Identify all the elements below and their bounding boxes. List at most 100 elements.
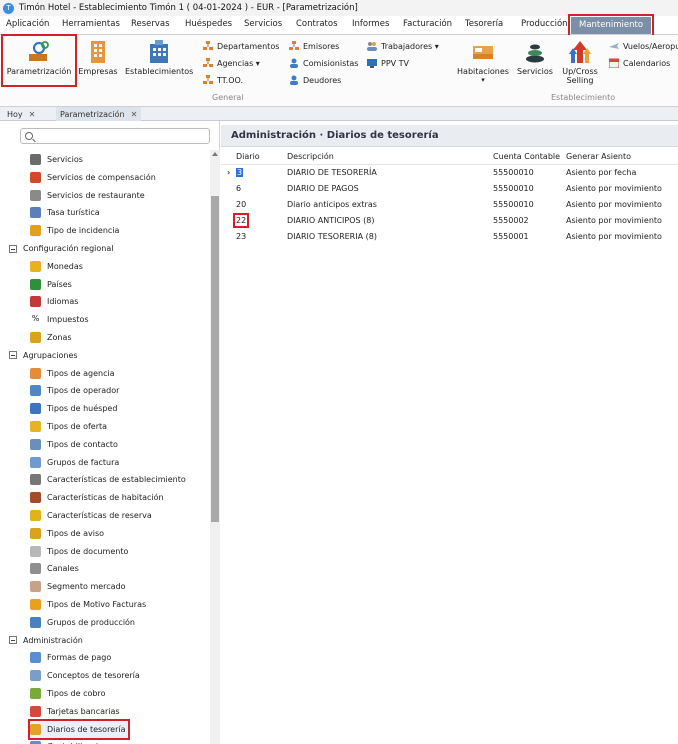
tree-item[interactable]: Tipos de aviso bbox=[30, 525, 104, 542]
table-row[interactable]: 6 DIARIO DE PAGOS 55500010 Asiento por movi… bbox=[221, 181, 678, 197]
trabajadores-button[interactable]: Trabajadores ▾ bbox=[367, 41, 439, 51]
collapse-toggle-icon[interactable] bbox=[9, 636, 17, 645]
menu-mantenimiento[interactable]: Mantenimiento bbox=[567, 14, 655, 37]
menu-informes[interactable]: Informes bbox=[352, 19, 389, 29]
establecimientos-button[interactable]: Establecimientos bbox=[125, 40, 193, 85]
tree-item[interactable]: Tipos de cobro bbox=[30, 685, 105, 702]
tree-item[interactable]: Tipos de documento bbox=[30, 543, 128, 560]
tree-item[interactable]: Monedas bbox=[30, 258, 83, 275]
table-row[interactable]: 20 Diario anticipos extras 55500010 Asiento… bbox=[221, 197, 678, 213]
tree-item[interactable]: Grupos de factura bbox=[30, 454, 119, 471]
cell-generar[interactable]: Asiento por movimiento bbox=[566, 232, 662, 241]
cell-generar[interactable]: Asiento por movimiento bbox=[566, 216, 662, 225]
cell-cuenta[interactable]: 5550002 bbox=[493, 216, 529, 225]
cell-cuenta[interactable]: 55500010 bbox=[493, 200, 534, 209]
tree-item[interactable]: Tarjetas bancarias bbox=[30, 703, 120, 720]
menu-produccion[interactable]: Producción bbox=[521, 19, 568, 29]
sidebar-search[interactable] bbox=[20, 128, 210, 144]
cell-diario[interactable]: 20 bbox=[236, 200, 246, 209]
tree-item[interactable]: Grupos de producción bbox=[30, 614, 135, 631]
tree-item[interactable]: Servicios de compensación bbox=[30, 169, 156, 186]
column-header-descripcion[interactable]: Descripción bbox=[287, 152, 334, 161]
cell-descripcion[interactable]: Diario anticipos extras bbox=[287, 200, 377, 209]
tree-item[interactable]: Segmento mercado bbox=[30, 578, 126, 595]
menu-tesoreria[interactable]: Tesorería bbox=[465, 19, 503, 29]
tree-item[interactable]: Países bbox=[30, 276, 72, 293]
cell-diario[interactable]: 3 bbox=[236, 168, 244, 177]
table-row[interactable]: › 3 DIARIO DE TESORERÍA 55500010 Asiento por… bbox=[221, 165, 678, 181]
menu-herramientas[interactable]: Herramientas bbox=[62, 19, 120, 29]
table-row[interactable]: 23 DIARIO TESORERIA (8) 5550001 Asiento por… bbox=[221, 229, 678, 245]
departamentos-button[interactable]: Departamentos bbox=[203, 41, 279, 51]
cell-descripcion[interactable]: DIARIO TESORERIA (8) bbox=[287, 232, 377, 241]
tree-group[interactable]: Agrupaciones bbox=[9, 347, 78, 364]
collapse-toggle-icon[interactable] bbox=[9, 244, 17, 253]
collapse-toggle-icon[interactable] bbox=[9, 351, 17, 360]
tree-item[interactable]: Tipos de oferta bbox=[30, 418, 107, 435]
menu-reservas[interactable]: Reservas bbox=[131, 19, 170, 29]
tree-item[interactable]: Servicios bbox=[30, 151, 83, 168]
comisionistas-button[interactable]: Comisionistas bbox=[289, 58, 358, 68]
ttoo-button[interactable]: TT.OO. bbox=[203, 75, 243, 85]
tree-item[interactable]: Servicios de restaurante bbox=[30, 187, 145, 204]
scroll-up-arrow-icon[interactable] bbox=[212, 152, 218, 156]
scrollbar-thumb[interactable] bbox=[211, 196, 219, 522]
parametrizacion-button[interactable]: Parametrización bbox=[1, 34, 77, 87]
tree-item[interactable]: Tipos de Motivo Facturas bbox=[30, 596, 146, 613]
table-row[interactable]: 22 DIARIO ANTICIPOS (8) 5550002 Asiento por… bbox=[221, 213, 678, 229]
cell-generar[interactable]: Asiento por movimiento bbox=[566, 200, 662, 209]
servicios-ribbon-button[interactable]: Servicios bbox=[515, 40, 555, 85]
menu-facturacion[interactable]: Facturación bbox=[403, 19, 452, 29]
menu-huespedes[interactable]: Huéspedes bbox=[185, 19, 232, 29]
cell-diario[interactable]: 6 bbox=[236, 184, 241, 193]
cell-descripcion[interactable]: DIARIO DE PAGOS bbox=[287, 184, 359, 193]
vuelos-aeropuertos-button[interactable]: Vuelos/Aeropu bbox=[609, 41, 678, 51]
tree-item[interactable]: Zonas bbox=[30, 329, 72, 346]
tree-item[interactable]: Tipo de incidencia bbox=[30, 222, 119, 239]
column-header-generar[interactable]: Generar Asiento bbox=[566, 152, 631, 161]
tree-item[interactable]: Contabilizaciones bbox=[30, 738, 117, 744]
empresas-button[interactable]: Empresas bbox=[78, 40, 118, 85]
cell-generar[interactable]: Asiento por movimiento bbox=[566, 184, 662, 193]
search-input[interactable] bbox=[35, 130, 205, 142]
cell-generar[interactable]: Asiento por fecha bbox=[566, 168, 636, 177]
tree-item[interactable]: Idiomas bbox=[30, 293, 78, 310]
cell-descripcion[interactable]: DIARIO DE TESORERÍA bbox=[287, 168, 377, 177]
cell-cuenta[interactable]: 55500010 bbox=[493, 168, 534, 177]
ppv-tv-button[interactable]: PPV TV bbox=[367, 58, 409, 68]
cell-diario[interactable]: 23 bbox=[236, 232, 246, 241]
tree-item[interactable]: Tipos de agencia bbox=[30, 365, 115, 382]
cell-diario[interactable]: 22 bbox=[232, 213, 250, 228]
tree-item[interactable]: Tasa turística bbox=[30, 204, 100, 221]
tree-item[interactable]: Características de establecimiento bbox=[30, 471, 186, 488]
menu-servicios[interactable]: Servicios bbox=[244, 19, 282, 29]
tree-item[interactable]: Diarios de tesorería bbox=[28, 718, 130, 740]
cell-descripcion[interactable]: DIARIO ANTICIPOS (8) bbox=[287, 216, 374, 225]
tree-group[interactable]: Administración bbox=[9, 632, 83, 649]
close-icon[interactable]: ✕ bbox=[29, 110, 36, 119]
tree-item[interactable]: Formas de pago bbox=[30, 649, 111, 666]
tree-item[interactable]: Canales bbox=[30, 560, 79, 577]
emisores-button[interactable]: Emisores bbox=[289, 41, 339, 51]
tree-item[interactable]: Tipos de operador bbox=[30, 382, 119, 399]
close-icon[interactable]: ✕ bbox=[131, 110, 138, 119]
habitaciones-button[interactable]: Habitaciones ▾ bbox=[456, 40, 510, 90]
tree-item[interactable]: Tipos de huésped bbox=[30, 400, 117, 417]
tree-item[interactable]: % Impuestos bbox=[30, 311, 89, 328]
tree-item[interactable]: Conceptos de tesorería bbox=[30, 667, 140, 684]
tree-item[interactable]: Características de habitación bbox=[30, 489, 164, 506]
agencias-button[interactable]: Agencias ▾ bbox=[203, 58, 260, 68]
column-header-cuenta[interactable]: Cuenta Contable bbox=[493, 152, 560, 161]
cell-cuenta[interactable]: 5550001 bbox=[493, 232, 529, 241]
tree-item[interactable]: Características de reserva bbox=[30, 507, 152, 524]
tree-group[interactable]: Configuración regional bbox=[9, 240, 113, 257]
menu-contratos[interactable]: Contratos bbox=[296, 19, 338, 29]
up-cross-selling-button[interactable]: Up/Cross Selling bbox=[559, 40, 601, 90]
tree-item[interactable]: Tipos de contacto bbox=[30, 436, 118, 453]
sidebar-scrollbar[interactable] bbox=[210, 150, 220, 744]
menu-aplicacion[interactable]: Aplicación bbox=[6, 19, 49, 29]
tab-parametrizacion[interactable]: Parametrización ✕ bbox=[56, 107, 142, 121]
deudores-button[interactable]: Deudores bbox=[289, 75, 341, 85]
column-header-diario[interactable]: Diario bbox=[236, 152, 260, 161]
calendarios-button[interactable]: Calendarios bbox=[608, 58, 670, 69]
